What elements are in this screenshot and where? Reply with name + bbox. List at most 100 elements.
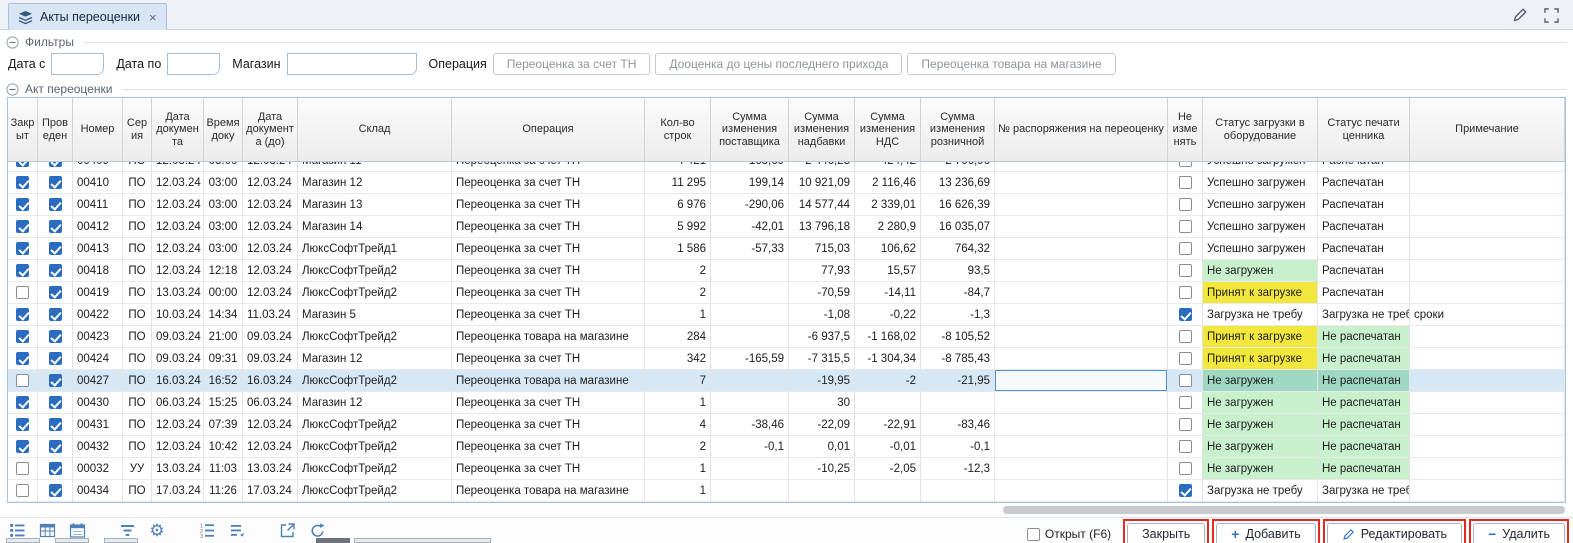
- cell-rows_count[interactable]: 1: [645, 304, 711, 326]
- checkbox-icon[interactable]: [49, 352, 62, 365]
- table-row[interactable]: 00431ПО12.03.2407:3912.03.24ЛюксСофтТрей…: [8, 414, 1565, 436]
- checkbox-icon[interactable]: [49, 162, 62, 167]
- cell-operation[interactable]: Переоценка товара на магазине: [452, 370, 645, 392]
- cell-sum_retail[interactable]: [921, 480, 995, 502]
- cell-print_status[interactable]: Не распечатан: [1318, 370, 1410, 392]
- cell-note[interactable]: [1410, 414, 1565, 436]
- cell-rows_count[interactable]: 1: [645, 480, 711, 502]
- cell-note[interactable]: [1410, 480, 1565, 502]
- cell-operation[interactable]: Переоценка за счет ТН: [452, 216, 645, 238]
- cell-series[interactable]: ПО: [123, 480, 152, 502]
- checkbox-icon[interactable]: [16, 264, 29, 277]
- cell-date[interactable]: 12.03.24: [152, 260, 204, 282]
- cell-closed[interactable]: [8, 326, 38, 348]
- cell-load_status[interactable]: Принят к загрузке: [1203, 348, 1318, 370]
- cell-load_status[interactable]: Загрузка не требу: [1203, 304, 1318, 326]
- cell-sum_retail[interactable]: -21,95: [921, 370, 995, 392]
- cell-time[interactable]: 11:26: [204, 480, 243, 502]
- cell-approved[interactable]: [38, 392, 73, 414]
- cell-date_to[interactable]: 12.03.24: [243, 162, 298, 172]
- cell-print_status[interactable]: Распечатан: [1318, 238, 1410, 260]
- tab-close-icon[interactable]: ×: [149, 10, 157, 25]
- table-row[interactable]: 00423ПО09.03.2421:0009.03.24ЛюксСофтТрей…: [8, 326, 1565, 348]
- cell-sum_supplier[interactable]: 199,14: [711, 172, 789, 194]
- checkbox-icon[interactable]: [49, 220, 62, 233]
- cell-series[interactable]: ПО: [123, 348, 152, 370]
- table-row[interactable]: 00427ПО16.03.2416:5216.03.24ЛюксСофтТрей…: [8, 370, 1565, 392]
- cell-closed[interactable]: [8, 458, 38, 480]
- cell-date[interactable]: 12.03.24: [152, 436, 204, 458]
- horizontal-scrollbar[interactable]: [8, 506, 1565, 514]
- cell-load_status[interactable]: Принят к загрузке: [1203, 326, 1318, 348]
- checkbox-icon[interactable]: [1179, 198, 1192, 211]
- cell-sum_supplier[interactable]: [711, 260, 789, 282]
- table-row[interactable]: 00419ПО13.03.2400:0012.03.24ЛюксСофтТрей…: [8, 282, 1565, 304]
- cell-sum_markup[interactable]: -7 315,5: [789, 348, 855, 370]
- cell-sum_retail[interactable]: -1,3: [921, 304, 995, 326]
- cell-date_to[interactable]: 12.03.24: [243, 194, 298, 216]
- cell-no_change[interactable]: [1168, 282, 1203, 304]
- cell-number[interactable]: 00434: [73, 480, 123, 502]
- cell-date[interactable]: 16.03.24: [152, 370, 204, 392]
- cell-print_status[interactable]: Не распечатан: [1318, 458, 1410, 480]
- cell-sum_retail[interactable]: 764,32: [921, 238, 995, 260]
- cell-series[interactable]: ПО: [123, 414, 152, 436]
- cell-warehouse[interactable]: Магазин 11: [298, 162, 452, 172]
- cell-order_no[interactable]: [995, 238, 1168, 260]
- cell-sum_markup[interactable]: -70,59: [789, 282, 855, 304]
- cell-operation[interactable]: Переоценка за счет ТН: [452, 304, 645, 326]
- cell-sum_supplier[interactable]: -0,1: [711, 436, 789, 458]
- cell-series[interactable]: ПО: [123, 162, 152, 172]
- cell-sum_markup[interactable]: -6 937,5: [789, 326, 855, 348]
- cell-number[interactable]: 00419: [73, 282, 123, 304]
- cell-order_no[interactable]: [995, 304, 1168, 326]
- cell-sum_vat[interactable]: 2 280,9: [855, 216, 921, 238]
- cell-warehouse[interactable]: ЛюксСофтТрейд2: [298, 282, 452, 304]
- cell-sum_vat[interactable]: 424,42: [855, 162, 921, 172]
- cell-warehouse[interactable]: ЛюксСофтТрейд2: [298, 326, 452, 348]
- cell-time[interactable]: 16:52: [204, 370, 243, 392]
- cell-warehouse[interactable]: Магазин 5: [298, 304, 452, 326]
- cell-approved[interactable]: [38, 162, 73, 172]
- cell-operation[interactable]: Переоценка за счет ТН: [452, 414, 645, 436]
- tab-acts-pereotsenki[interactable]: Акты переоценки ×: [8, 3, 167, 30]
- cell-closed[interactable]: [8, 172, 38, 194]
- cell-rows_count[interactable]: 2: [645, 260, 711, 282]
- cell-date_to[interactable]: 11.03.24: [243, 304, 298, 326]
- checkbox-icon[interactable]: [49, 418, 62, 431]
- column-header[interactable]: Проведен: [38, 98, 73, 161]
- cell-note[interactable]: [1410, 326, 1565, 348]
- column-header[interactable]: Сумма изменения поставщика: [711, 98, 789, 161]
- cell-sum_vat[interactable]: -0,01: [855, 436, 921, 458]
- cell-operation[interactable]: Переоценка товара на магазине: [452, 480, 645, 502]
- cell-time[interactable]: 03:00: [204, 216, 243, 238]
- cell-rows_count[interactable]: 1 586: [645, 238, 711, 260]
- cell-sum_vat[interactable]: 15,57: [855, 260, 921, 282]
- cell-number[interactable]: 00418: [73, 260, 123, 282]
- cell-date_to[interactable]: 12.03.24: [243, 414, 298, 436]
- cell-order_no[interactable]: [995, 260, 1168, 282]
- cell-rows_count[interactable]: 2: [645, 436, 711, 458]
- checkbox-icon[interactable]: [16, 198, 29, 211]
- cell-order_no[interactable]: [995, 172, 1168, 194]
- cell-print_status[interactable]: Не распечатан: [1318, 414, 1410, 436]
- cell-number[interactable]: 00424: [73, 348, 123, 370]
- cell-sum_supplier[interactable]: [711, 392, 789, 414]
- cell-approved[interactable]: [38, 194, 73, 216]
- cell-note[interactable]: [1410, 458, 1565, 480]
- edit-button[interactable]: Редактировать: [1327, 523, 1462, 543]
- cell-no_change[interactable]: [1168, 326, 1203, 348]
- cell-print_status[interactable]: Распечатан: [1318, 194, 1410, 216]
- cell-operation[interactable]: Переоценка за счет ТН: [452, 260, 645, 282]
- settings-gear-icon[interactable]: ⚙: [148, 521, 166, 539]
- cell-date[interactable]: 12.03.24: [152, 172, 204, 194]
- cell-operation[interactable]: Переоценка за счет ТН: [452, 194, 645, 216]
- cell-rows_count[interactable]: 5 992: [645, 216, 711, 238]
- table-row[interactable]: 00411ПО12.03.2403:0012.03.24Магазин 13Пе…: [8, 194, 1565, 216]
- cell-note[interactable]: [1410, 348, 1565, 370]
- column-header[interactable]: Примечание: [1410, 98, 1565, 161]
- cell-closed[interactable]: [8, 194, 38, 216]
- cell-warehouse[interactable]: Магазин 12: [298, 392, 452, 414]
- cell-sum_supplier[interactable]: -42,01: [711, 216, 789, 238]
- cell-warehouse[interactable]: ЛюксСофтТрейд2: [298, 370, 452, 392]
